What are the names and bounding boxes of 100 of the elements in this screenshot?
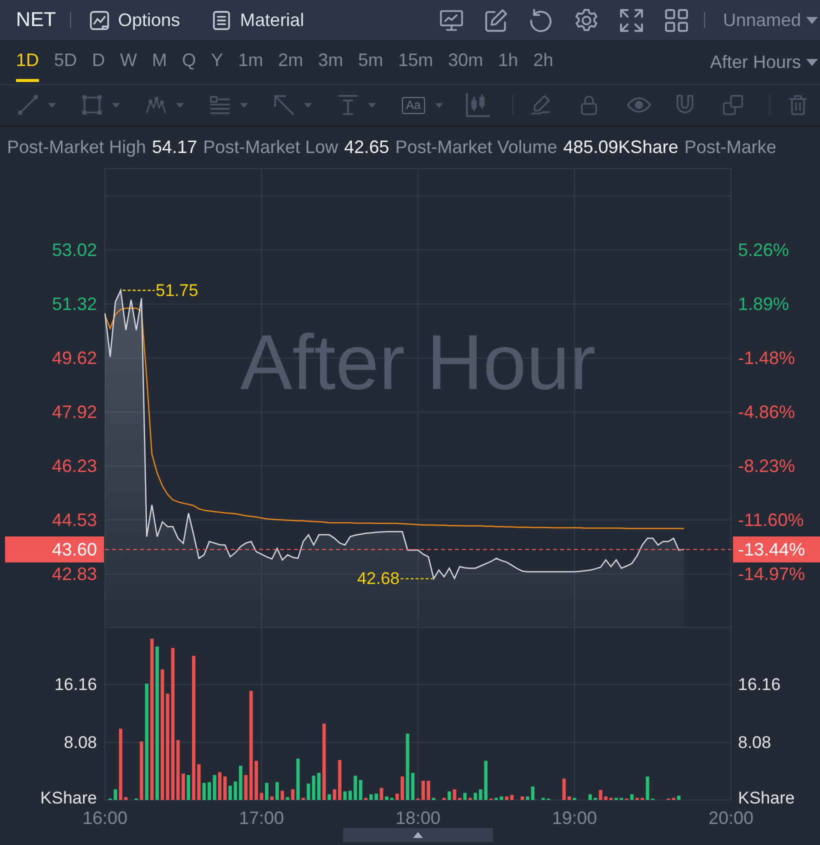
price-axis-label: 46.23	[52, 456, 97, 476]
scroll-handle[interactable]	[343, 828, 493, 842]
volume-bar	[124, 797, 128, 800]
last-change-tag: -13.44%	[733, 536, 820, 562]
period-tab[interactable]: 5D	[54, 40, 78, 82]
ref-line-label: 43.60	[52, 539, 97, 560]
volume-bar	[338, 760, 342, 800]
volume-axis-label: 8.08	[64, 732, 97, 752]
caret-icon[interactable]	[304, 102, 312, 108]
caret-icon[interactable]	[112, 102, 120, 108]
stat-value: 485.09KShare	[563, 137, 678, 158]
volume-axis-label: 8.08	[738, 732, 772, 752]
volume-bar	[542, 798, 545, 800]
edit-icon[interactable]	[484, 8, 508, 32]
time-axis-label: 19:00	[552, 808, 598, 828]
volume-bar	[228, 786, 232, 800]
low-price-label: 42.68	[357, 569, 400, 588]
volume-bar	[677, 796, 681, 800]
stat-label: Post-Marke	[684, 137, 776, 158]
price-axis-label: 51.32	[52, 294, 97, 314]
volume-bar	[302, 798, 305, 800]
period-tab[interactable]: D	[92, 40, 106, 82]
period-tab[interactable]: 15m	[398, 40, 434, 82]
caret-icon[interactable]	[48, 102, 56, 108]
period-tab[interactable]: M	[152, 40, 168, 82]
volume-bar	[448, 791, 451, 800]
time-axis-label: 18:00	[395, 808, 441, 828]
change-axis-label: -8.23%	[738, 456, 796, 476]
period-tab[interactable]: 2m	[278, 40, 304, 82]
price-axis-label: 53.02	[52, 240, 97, 260]
price-axis-label: 49.62	[52, 348, 97, 368]
period-tab[interactable]: 5m	[358, 40, 384, 82]
volume-bar	[572, 798, 576, 800]
document-icon	[212, 10, 232, 30]
session-dropdown[interactable]: After Hours	[710, 40, 818, 84]
menu-button[interactable]: Options	[90, 10, 180, 30]
volume-bar	[588, 794, 592, 800]
stat-label: Post-Market Low	[203, 137, 338, 158]
high-price-label: 51.75	[156, 280, 198, 300]
period-tab[interactable]: Q	[182, 40, 196, 82]
caret-icon[interactable]	[240, 102, 248, 108]
volume-bar	[614, 798, 618, 800]
change-axis-label: -14.97%	[738, 564, 806, 584]
price-axis-label: 42.83	[52, 564, 97, 584]
high-leader-line	[122, 290, 155, 291]
volume-bar	[422, 780, 425, 800]
stat-label: Post-Market High	[7, 137, 146, 158]
caret-icon[interactable]	[176, 102, 184, 108]
time-axis-label: 16:00	[82, 808, 128, 828]
period-tab[interactable]: 1D	[16, 40, 40, 82]
grid-icon[interactable]	[664, 8, 688, 32]
period-tab[interactable]: 2h	[533, 40, 554, 82]
volume-bar	[296, 758, 300, 800]
change-axis-label: -4.86%	[738, 402, 796, 422]
volume-bar	[452, 789, 456, 800]
caret-icon[interactable]	[368, 102, 376, 108]
volume-bar	[568, 796, 571, 800]
volume-bar	[604, 796, 608, 800]
volume-bar	[218, 772, 222, 800]
volume-bar	[442, 798, 446, 800]
menu-button[interactable]: Material	[212, 10, 304, 30]
change-axis-label: -1.48%	[738, 348, 796, 368]
caret-up-icon	[413, 832, 423, 838]
period-tab[interactable]: 1m	[238, 40, 264, 82]
volume-axis-label: 16.16	[738, 675, 781, 694]
volume-bar	[291, 789, 294, 800]
volume-bar	[254, 760, 258, 800]
layout-dropdown[interactable]: Unnamed	[722, 10, 818, 30]
chart-document-icon	[90, 10, 109, 30]
period-tab[interactable]: W	[120, 40, 138, 82]
period-tab[interactable]: 3m	[318, 40, 344, 82]
volume-bar	[510, 795, 514, 800]
caret-icon	[806, 16, 818, 24]
volume-bar	[140, 741, 144, 800]
stat-value: 54.17	[152, 137, 198, 158]
period-tab[interactable]: 1h	[498, 40, 518, 82]
volume-bar	[374, 794, 378, 800]
price-axis-label: 47.92	[52, 402, 97, 422]
change-axis-label: 1.89%	[738, 294, 790, 314]
period-tab[interactable]: Y	[211, 40, 224, 82]
volume-bar	[609, 798, 613, 800]
volume-bar	[380, 788, 384, 800]
price-axis-label: 44.53	[52, 510, 97, 530]
volume-bar	[411, 772, 414, 800]
refresh-icon[interactable]	[530, 8, 553, 32]
caret-icon[interactable]	[434, 102, 443, 108]
period-tab[interactable]: 30m	[448, 40, 484, 82]
volume-bar	[562, 778, 566, 800]
volume-bar	[265, 782, 268, 800]
last-price-tag: 43.60	[5, 536, 104, 562]
time-axis-label: 17:00	[238, 808, 284, 828]
fullscreen-icon[interactable]	[620, 8, 643, 32]
time-axis-label: 20:00	[708, 808, 754, 828]
symbol-title: NET	[16, 8, 56, 32]
monitor-chart-icon[interactable]	[440, 8, 463, 32]
volume-bar	[494, 798, 498, 800]
settings-icon[interactable]	[574, 8, 598, 32]
volume-unit-label: KShare	[40, 788, 97, 808]
change-axis-label: 5.26%	[738, 240, 790, 260]
stat-label: Post-Market Volume	[395, 137, 558, 158]
